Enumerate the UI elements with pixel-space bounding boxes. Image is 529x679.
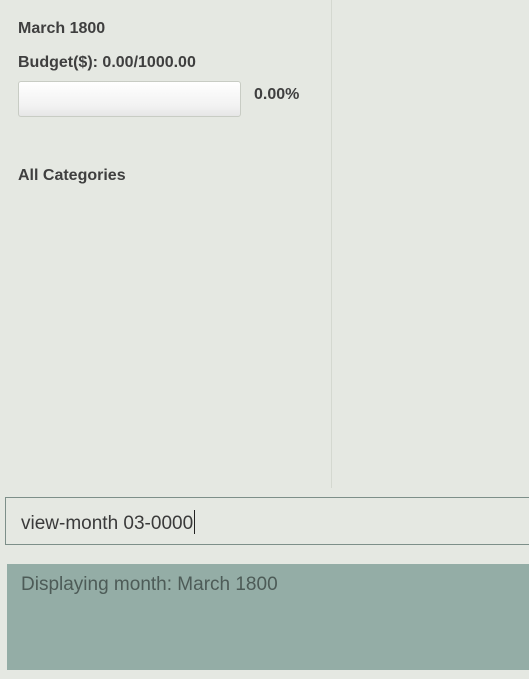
budget-panel: March 1800 Budget($): 0.00/1000.00 0.00%… [0, 0, 331, 488]
text-caret [194, 510, 196, 534]
result-message: Displaying month: March 1800 [21, 574, 278, 595]
command-input-text[interactable]: view-month 03-0000 [21, 510, 196, 535]
result-display: Displaying month: March 1800 [7, 564, 529, 670]
budget-progress-bar [18, 81, 241, 117]
month-title: March 1800 [18, 20, 106, 37]
command-input[interactable]: view-month 03-0000 [5, 497, 529, 545]
categories-heading: All Categories [18, 167, 126, 184]
budget-summary: Budget($): 0.00/1000.00 [18, 54, 196, 71]
expense-list-panel [332, 0, 529, 488]
command-value: view-month 03-0000 [21, 513, 194, 534]
budget-percent: 0.00% [254, 86, 300, 103]
